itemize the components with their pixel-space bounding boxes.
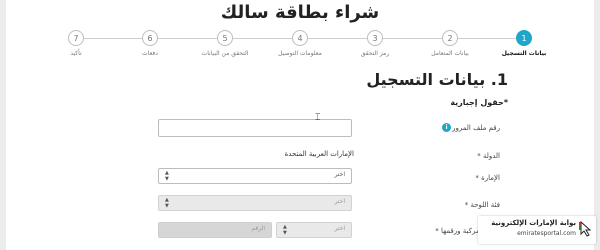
plate-category-label: فئة اللوحة * xyxy=(464,201,500,209)
page-title: شراء بطاقة سالك xyxy=(220,2,380,23)
plate-code-selected-value: اختر xyxy=(334,225,346,232)
step-7-label: تأكيد xyxy=(70,50,82,57)
traffic-file-label: رقم ملف المرور * xyxy=(446,124,500,132)
step-2-label: بيانات المتعامل xyxy=(431,50,469,57)
step-1-label: بيانات التسجيل xyxy=(501,50,547,57)
plate-number-placeholder: الرقم xyxy=(251,225,265,232)
step-4-circle: 4 xyxy=(292,30,308,46)
emirate-selected-value: اختر xyxy=(334,171,346,178)
step-3-circle: 3 xyxy=(367,30,383,46)
watermark-url: emiratesportal.com xyxy=(517,230,576,237)
required-fields-note: *حقول إجبارية xyxy=(450,98,508,107)
section-title: 1. بيانات التسجيل xyxy=(366,70,508,89)
step-1[interactable]: 1 بيانات التسجيل xyxy=(484,30,564,57)
right-edge-shadow xyxy=(594,0,600,250)
plate-number-input[interactable]: الرقم xyxy=(158,222,272,238)
watermark-name: بوابة الإمارات الإلكترونية xyxy=(491,219,576,227)
step-4[interactable]: 4 معلومات التوصيل xyxy=(260,30,340,57)
country-value: الإمارات العربية المتحدة xyxy=(284,150,354,158)
plate-category-selected-value: اختر xyxy=(334,198,346,205)
step-2[interactable]: 2 بيانات المتعامل xyxy=(410,30,490,57)
country-label: الدولة * xyxy=(477,152,500,160)
step-2-circle: 2 xyxy=(442,30,458,46)
plate-code-select[interactable]: اختر ▲ ▼ xyxy=(276,222,352,238)
select-arrows-icon: ▲ ▼ xyxy=(283,224,287,236)
select-arrows-icon: ▲ ▼ xyxy=(165,197,169,209)
traffic-file-input[interactable] xyxy=(158,119,352,137)
step-7[interactable]: 7 تأكيد xyxy=(36,30,116,57)
step-6[interactable]: 6 دفعات xyxy=(110,30,190,57)
emirate-label: الإمارة * xyxy=(475,174,500,182)
step-3[interactable]: 3 رمز التحقق xyxy=(335,30,415,57)
page: شراء بطاقة سالك 1 بيانات التسجيل 2 بيانا… xyxy=(0,0,600,250)
progress-stepper: 1 بيانات التسجيل 2 بيانات المتعامل 3 رمز… xyxy=(60,30,546,62)
step-4-label: معلومات التوصيل xyxy=(278,50,322,57)
select-arrows-icon: ▲ ▼ xyxy=(165,170,169,182)
step-7-circle: 7 xyxy=(68,30,84,46)
step-1-circle: 1 xyxy=(516,30,532,46)
left-edge-shadow xyxy=(0,0,6,250)
pointer-logo-icon xyxy=(579,221,592,237)
step-5-label: التحقق من البيانات xyxy=(201,50,249,57)
step-6-circle: 6 xyxy=(142,30,158,46)
step-5[interactable]: 5 التحقق من البيانات xyxy=(185,30,265,57)
emirate-select[interactable]: اختر ▲ ▼ xyxy=(158,168,352,184)
step-6-label: دفعات xyxy=(142,50,158,57)
step-5-circle: 5 xyxy=(217,30,233,46)
text-cursor-icon: ⌶ xyxy=(315,113,321,123)
plate-category-select[interactable]: اختر ▲ ▼ xyxy=(158,195,352,211)
info-icon[interactable]: i xyxy=(442,123,451,132)
step-3-label: رمز التحقق xyxy=(360,50,390,57)
emirates-portal-watermark: بوابة الإمارات الإلكترونية emiratesporta… xyxy=(478,216,596,244)
